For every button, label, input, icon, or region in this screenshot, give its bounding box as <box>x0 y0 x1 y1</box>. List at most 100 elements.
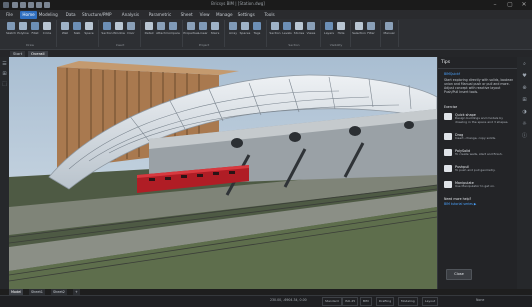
intro-link[interactable]: BIMQuickf <box>444 72 460 76</box>
properties-icon <box>187 22 195 30</box>
ribbon-tab-parametric[interactable]: Parametric <box>147 11 174 19</box>
status-box-layout[interactable]: Layout <box>422 297 439 306</box>
ribbon-group-6: Section Levels Stories Views Section <box>268 20 321 47</box>
window-title: Bricsys BIM | [Station.dwg] <box>211 1 265 6</box>
pushpull-icon <box>444 165 452 172</box>
wall-icon <box>61 22 69 30</box>
detail-icon <box>145 22 153 30</box>
space-icon <box>85 22 93 30</box>
space-button[interactable]: Space <box>84 22 94 35</box>
ribbon-tab-sheet[interactable]: Sheet <box>179 11 195 19</box>
status-box-bim[interactable]: BIM <box>360 297 372 306</box>
right-panel-strip: ⌕ ♥ ⊕ ⊞ ◑ ☼ ⓘ <box>517 57 532 289</box>
quick-shape-icon <box>444 113 452 120</box>
frame-icon[interactable]: ⬚ <box>1 81 8 88</box>
compare-icon <box>169 22 177 30</box>
add-icon[interactable]: ⊕ <box>521 85 528 92</box>
levels-icon <box>283 22 291 30</box>
door-button[interactable]: Door <box>126 22 136 35</box>
hide-icon <box>337 22 345 30</box>
ribbon-group-label: Draw <box>26 43 34 47</box>
lighting-icon[interactable]: ☼ <box>521 121 528 128</box>
tip-desc-quick-shape: Design buildings and models by drawing i… <box>455 116 509 124</box>
ribbon-button-label: Circle <box>42 31 52 35</box>
ribbon-button-label: Manual <box>383 31 395 35</box>
ribbon-tab-manage[interactable]: Manage <box>214 11 235 19</box>
hide-button[interactable]: Hide <box>336 22 346 35</box>
ribbon-button-label: Space <box>84 31 94 35</box>
status-bar: 230.00, -6904.34, 0.00 Standard ISO-25 B… <box>0 295 532 307</box>
ribbon-group-0: Sketch Polyline Fillet Circle Draw <box>4 20 57 47</box>
tags-button[interactable]: Tags <box>252 22 262 35</box>
selection-icon <box>355 22 363 30</box>
minimize-button[interactable]: – <box>488 0 502 10</box>
menu-icon[interactable]: ☰ <box>1 61 8 68</box>
status-box-iso[interactable]: ISO-25 <box>342 297 359 306</box>
tip-desc-pushpull: To push and pull geometry. <box>455 168 496 172</box>
ribbon-group-8: Selection Filter <box>352 20 381 47</box>
views-button[interactable]: Views <box>306 22 316 35</box>
ribbon-tab-modeling[interactable]: Modeling <box>37 11 60 19</box>
ribbon-tab-data[interactable]: Data <box>64 11 78 19</box>
stairs-icon <box>211 22 219 30</box>
status-right-text: None <box>476 298 485 302</box>
filter-icon <box>367 22 375 30</box>
favorites-icon[interactable]: ♥ <box>521 73 528 80</box>
stories-icon <box>295 22 303 30</box>
slab-icon <box>73 22 81 30</box>
filter-button[interactable]: Filter <box>366 22 376 35</box>
ribbon-group-1: Wall Slab Space <box>58 20 99 47</box>
open-file-icon[interactable] <box>20 2 26 8</box>
ribbon-tab-structure-pmp[interactable]: Structure/PMP <box>80 11 114 19</box>
status-box-drafting[interactable]: Drafting <box>376 297 395 306</box>
ribbon-button-label: Tags <box>253 31 261 35</box>
tips-intro-text: Start exploring directly with solids, bo… <box>444 78 514 94</box>
compare-button[interactable]: Compare <box>166 22 180 35</box>
door-icon <box>127 22 135 30</box>
ribbon-group-7: Layers Hide Visibility <box>322 20 351 47</box>
render-icon[interactable]: ◑ <box>521 109 528 116</box>
app-logo-icon <box>3 2 9 8</box>
polysolid-icon <box>444 149 452 156</box>
status-box-standard[interactable]: Standard <box>322 297 342 306</box>
polyline-icon <box>19 22 27 30</box>
spaces-icon <box>241 22 249 30</box>
views-icon <box>307 22 315 30</box>
ribbon-group-3: Detail Attach Compare <box>142 20 183 47</box>
ribbon-group-label: Visibility <box>329 43 343 47</box>
new-file-icon[interactable] <box>12 2 18 8</box>
manual-button[interactable]: Manual <box>383 22 395 35</box>
tip-desc-drag: Insert, change, copy solids. <box>455 136 497 140</box>
ribbon-tab-analysis[interactable]: Analysis <box>120 11 141 19</box>
panel-divider <box>438 68 517 69</box>
ribbon-tab-home[interactable]: Home <box>20 11 37 19</box>
close-tips-button[interactable]: Close <box>446 269 472 280</box>
close-window-button[interactable]: ✕ <box>517 0 531 10</box>
tutorial-link[interactable]: BIM tutorial series ▶ <box>444 202 476 206</box>
ribbon-tab-settings[interactable]: Settings <box>236 11 257 19</box>
ribbon-tab-file[interactable]: File <box>4 11 15 19</box>
linear-icon <box>199 22 207 30</box>
ribbon-button-label: Door <box>127 31 135 35</box>
save-icon[interactable] <box>28 2 34 8</box>
maximize-button[interactable]: ▢ <box>503 0 517 10</box>
info-icon[interactable]: ⓘ <box>521 133 528 140</box>
search-icon[interactable]: ⌕ <box>521 61 528 68</box>
ribbon-tab-tools[interactable]: Tools <box>262 11 276 19</box>
ribbon-group-label: Insert <box>115 43 125 47</box>
attach-icon <box>157 22 165 30</box>
tags-icon <box>253 22 261 30</box>
undo-icon[interactable] <box>36 2 42 8</box>
tips-panel: Tips BIMQuickf Start exploring directly … <box>437 57 532 289</box>
stairs-button[interactable]: Stairs <box>210 22 220 35</box>
circle-button[interactable]: Circle <box>42 22 52 35</box>
ribbon-group-5: Array Spaces Tags <box>226 20 267 47</box>
grid-icon[interactable]: ⊞ <box>1 71 8 78</box>
ribbon-button-label: Hide <box>337 31 345 35</box>
status-box-modeling[interactable]: Modeling <box>398 297 418 306</box>
ribbon-tab-view[interactable]: View <box>198 11 212 19</box>
model-viewport[interactable] <box>9 57 437 289</box>
fillet-icon <box>31 22 39 30</box>
redo-icon[interactable] <box>44 2 50 8</box>
layers-icon[interactable]: ⊞ <box>521 97 528 104</box>
